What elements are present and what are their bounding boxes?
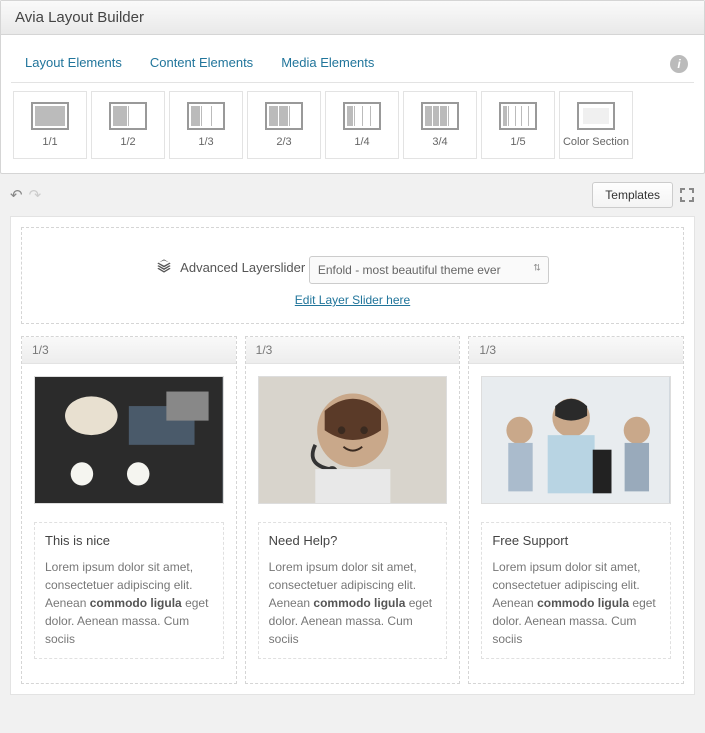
text-block-body: Lorem ipsum dolor sit amet, consectetuer…	[269, 558, 437, 648]
column-twothird-icon	[265, 102, 303, 130]
column-fourth-icon	[343, 102, 381, 130]
column-size-label: 1/3	[22, 337, 236, 364]
image-placeholder[interactable]	[34, 376, 224, 504]
text-block-title: This is nice	[45, 533, 213, 548]
column-size-label: 1/3	[469, 337, 683, 364]
column-half-icon	[109, 102, 147, 130]
templates-button[interactable]: Templates	[592, 182, 673, 208]
element-label: Color Section	[563, 136, 629, 148]
tabs-bar: Layout Elements Content Elements Media E…	[11, 45, 694, 83]
text-block-title: Need Help?	[269, 533, 437, 548]
element-label: 1/2	[120, 136, 135, 148]
color-section-icon	[577, 102, 615, 130]
element-label: 1/3	[198, 136, 213, 148]
column-1[interactable]: 1/3 This is nice Lorem ipsum dolor sit a…	[21, 336, 237, 684]
layerslider-title-row: Advanced Layerslider	[156, 258, 305, 277]
layerslider-block[interactable]: Advanced Layerslider Enfold - most beaut…	[21, 227, 684, 324]
column-threefourth-icon	[421, 102, 459, 130]
column-full-icon	[31, 102, 69, 130]
builder-toolbar: ↶ ↷ Templates	[0, 174, 705, 216]
element-label: 1/4	[354, 136, 369, 148]
text-block-title: Free Support	[492, 533, 660, 548]
element-1-3[interactable]: 1/3	[169, 91, 243, 159]
element-1-4[interactable]: 1/4	[325, 91, 399, 159]
column-fifth-icon	[499, 102, 537, 130]
slider-select-wrap: Enfold - most beautiful theme ever	[309, 244, 549, 292]
undo-icon[interactable]: ↶	[10, 186, 23, 204]
element-1-2[interactable]: 1/2	[91, 91, 165, 159]
element-2-3[interactable]: 2/3	[247, 91, 321, 159]
columns-row: 1/3 This is nice Lorem ipsum dolor sit a…	[21, 336, 684, 684]
element-1-5[interactable]: 1/5	[481, 91, 555, 159]
element-1-1[interactable]: 1/1	[13, 91, 87, 159]
text-block-body: Lorem ipsum dolor sit amet, consectetuer…	[492, 558, 660, 648]
text-block[interactable]: Need Help? Lorem ipsum dolor sit amet, c…	[258, 522, 448, 659]
element-label: 1/1	[42, 136, 57, 148]
edit-slider-link[interactable]: Edit Layer Slider here	[295, 293, 410, 307]
image-placeholder[interactable]	[481, 376, 671, 504]
tab-media-elements[interactable]: Media Elements	[267, 45, 388, 82]
image-placeholder[interactable]	[258, 376, 448, 504]
panel-title: Avia Layout Builder	[1, 1, 704, 35]
column-3[interactable]: 1/3 Free Support Lorem ipsum dolor sit a…	[468, 336, 684, 684]
element-label: 2/3	[276, 136, 291, 148]
column-third-icon	[187, 102, 225, 130]
column-2[interactable]: 1/3 Need Help? Lorem ipsum dolor sit ame…	[245, 336, 461, 684]
builder-panel: Avia Layout Builder Layout Elements Cont…	[0, 0, 705, 174]
tabs-container: Layout Elements Content Elements Media E…	[1, 35, 704, 173]
text-block-body: Lorem ipsum dolor sit amet, consectetuer…	[45, 558, 213, 648]
tab-layout-elements[interactable]: Layout Elements	[11, 45, 136, 82]
layerslider-title: Advanced Layerslider	[180, 260, 305, 275]
tab-content-elements[interactable]: Content Elements	[136, 45, 267, 82]
redo-icon[interactable]: ↷	[29, 186, 42, 204]
fullscreen-icon[interactable]	[679, 187, 695, 203]
column-size-label: 1/3	[246, 337, 460, 364]
element-label: 3/4	[432, 136, 447, 148]
layout-elements-row: 1/1 1/2 1/3 2/3 1/4 3/4	[11, 83, 694, 163]
text-block[interactable]: This is nice Lorem ipsum dolor sit amet,…	[34, 522, 224, 659]
layers-icon	[156, 258, 172, 277]
slider-select[interactable]: Enfold - most beautiful theme ever	[309, 256, 549, 284]
text-block[interactable]: Free Support Lorem ipsum dolor sit amet,…	[481, 522, 671, 659]
element-color-section[interactable]: Color Section	[559, 91, 633, 159]
element-label: 1/5	[510, 136, 525, 148]
info-icon[interactable]: i	[670, 55, 688, 73]
canvas: Advanced Layerslider Enfold - most beaut…	[10, 216, 695, 695]
element-3-4[interactable]: 3/4	[403, 91, 477, 159]
